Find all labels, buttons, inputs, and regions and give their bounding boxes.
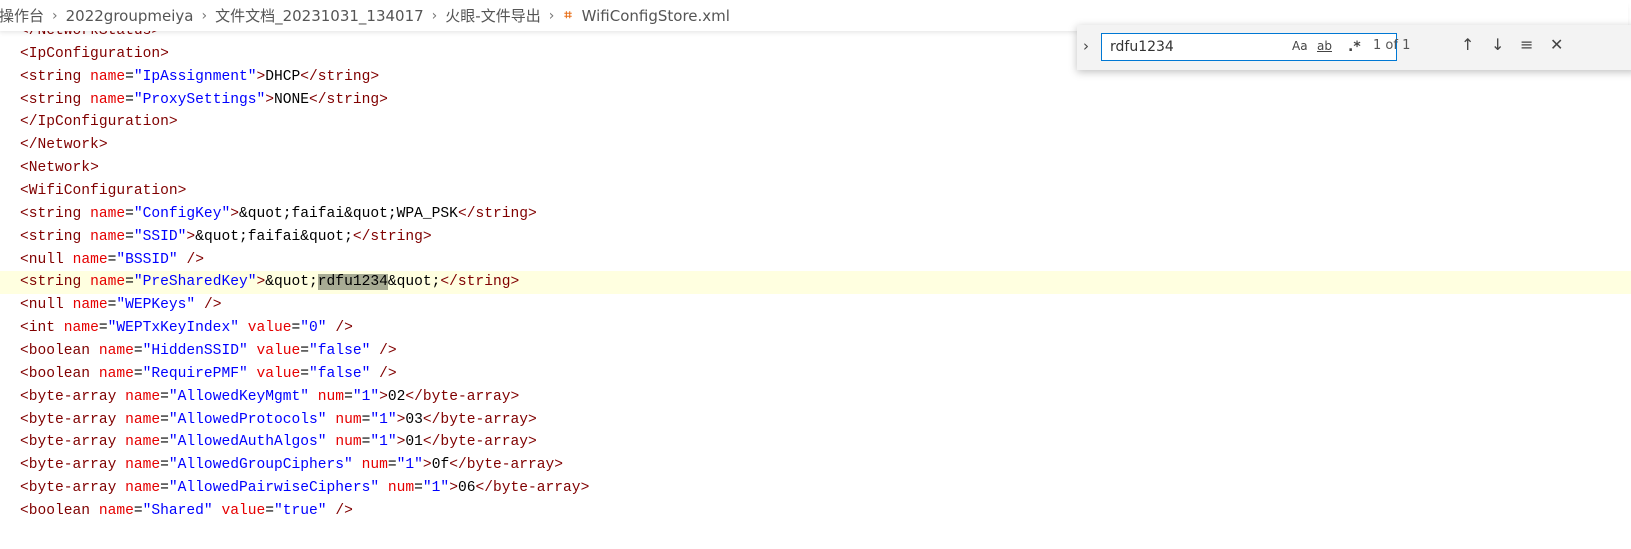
code-line[interactable]: <WifiConfiguration>	[20, 180, 1631, 203]
chevron-right-icon: ›	[52, 7, 58, 24]
code-line[interactable]: <int name="WEPTxKeyIndex" value="0" />	[20, 317, 1631, 340]
code-line[interactable]: <boolean name="RequirePMF" value="false"…	[20, 363, 1631, 386]
find-in-selection-icon[interactable]: ≡	[1520, 35, 1533, 54]
search-match-highlight: rdfu1234	[317, 274, 388, 291]
arrow-down-icon[interactable]: ↓	[1491, 35, 1504, 54]
code-line[interactable]: <boolean name="Shared" value="true" />	[20, 500, 1631, 523]
close-icon[interactable]: ✕	[1550, 35, 1563, 54]
code-line[interactable]: <byte-array name="AllowedProtocols" num=…	[20, 409, 1631, 432]
code-line[interactable]: </Network>	[20, 134, 1631, 157]
code-line[interactable]: <boolean name="HiddenSSID" value="false"…	[20, 340, 1631, 363]
code-line[interactable]: <Network>	[20, 157, 1631, 180]
match-count: 1 of 1	[1373, 38, 1411, 53]
rss-icon: ⌗	[564, 8, 572, 23]
chevron-right-icon: ›	[548, 7, 555, 24]
code-line[interactable]: <null name="BSSID" />	[20, 249, 1631, 272]
find-widget: › Aa ab .* 1 of 1 ↑ ↓ ≡ ✕	[1077, 25, 1631, 70]
code-line[interactable]: <byte-array name="AllowedPairwiseCiphers…	[20, 477, 1631, 500]
arrow-up-icon[interactable]: ↑	[1461, 35, 1474, 54]
regex-toggle[interactable]: .*	[1348, 39, 1361, 55]
code-editor[interactable]: </NetworkStatus> <IpConfiguration> <string…	[0, 20, 1631, 523]
breadcrumb-item[interactable]: 操作台	[0, 5, 46, 26]
code-line[interactable]: <string name="PreSharedKey">&quot;rdfu12…	[0, 271, 1631, 295]
code-line[interactable]: <string name="ConfigKey">&quot;faifai&qu…	[20, 203, 1631, 226]
breadcrumb-item[interactable]: 火眼-文件导出	[443, 5, 542, 26]
chevron-right-icon: ›	[431, 7, 438, 24]
code-line[interactable]: <byte-array name="AllowedKeyMgmt" num="1…	[20, 386, 1631, 409]
chevron-right-icon[interactable]: ›	[1083, 37, 1089, 55]
find-input[interactable]	[1108, 38, 1292, 56]
code-line[interactable]: <string name="SSID">&quot;faifai&quot;</…	[20, 226, 1631, 249]
code-line[interactable]: <byte-array name="AllowedGroupCiphers" n…	[20, 454, 1631, 477]
breadcrumb-item[interactable]: 2022groupmeiya	[64, 7, 196, 25]
match-case-toggle[interactable]: Aa	[1292, 39, 1308, 53]
find-input-box: Aa ab .*	[1101, 33, 1397, 61]
code-line[interactable]: <string name="ProxySettings">NONE</strin…	[20, 89, 1631, 112]
code-line[interactable]: <null name="WEPKeys" />	[20, 294, 1631, 317]
breadcrumb-item[interactable]: 文件文档_20231031_134017	[213, 5, 426, 26]
whole-word-toggle[interactable]: ab	[1317, 39, 1332, 53]
chevron-right-icon: ›	[201, 7, 208, 24]
code-line[interactable]: </IpConfiguration>	[20, 111, 1631, 134]
code-line[interactable]: <byte-array name="AllowedAuthAlgos" num=…	[20, 431, 1631, 454]
breadcrumb-file[interactable]: WifiConfigStore.xml	[580, 7, 732, 25]
